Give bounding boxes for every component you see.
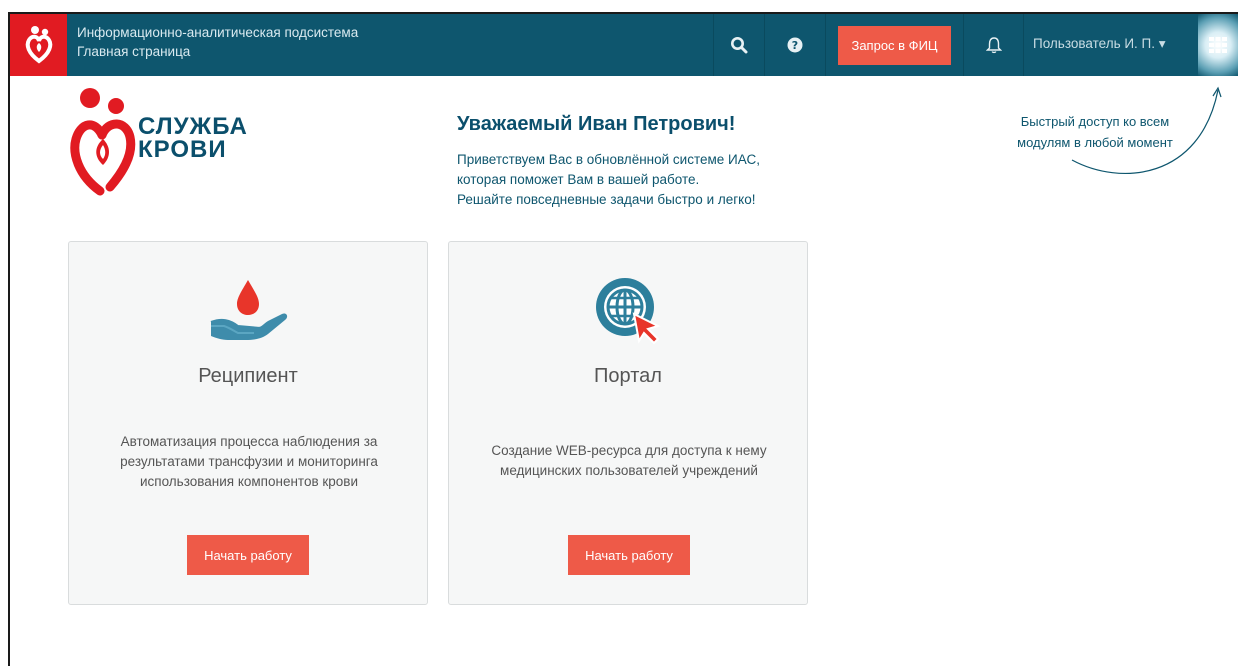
globe-cursor-icon xyxy=(596,278,661,345)
description-line: медицинских пользователей учреждений xyxy=(500,463,758,478)
module-title: Портал xyxy=(594,365,662,387)
user-menu[interactable]: Пользователь И. П. ▾ xyxy=(1033,36,1166,52)
start-work-button[interactable]: Начать работу xyxy=(568,535,690,575)
brand-line2: КРОВИ xyxy=(138,136,227,163)
brand-line1: СЛУЖБА xyxy=(138,113,248,140)
description-line: Создание WEB-ресурса для доступа к нему xyxy=(491,443,767,458)
brand-name: СЛУЖБА КРОВИ xyxy=(138,113,248,163)
module-card-portal: Портал Создание WEB-ресурса для доступа … xyxy=(448,241,808,605)
description-line: Автоматизация процесса наблюдения за xyxy=(120,434,378,449)
grid-menu-icon xyxy=(1209,37,1227,53)
search-button[interactable] xyxy=(714,14,764,76)
svg-text:?: ? xyxy=(792,39,798,52)
card-icon-wrap xyxy=(69,276,427,346)
help-button[interactable]: ? xyxy=(765,14,825,76)
blood-drop-hand-icon xyxy=(210,280,288,340)
page-title-block: Информационно-аналитическая подсистема Г… xyxy=(77,23,358,61)
welcome-text: Приветствуем Вас в обновлённой системе И… xyxy=(457,150,760,210)
page-title: Главная страница xyxy=(77,44,191,59)
module-description: Создание WEB-ресурса для доступа к нему … xyxy=(469,441,789,481)
divider xyxy=(825,14,826,76)
module-card-recipient: Реципиент Автоматизация процесса наблюде… xyxy=(68,241,428,605)
blood-service-logo-icon xyxy=(25,26,52,64)
bell-icon xyxy=(986,37,1002,54)
search-icon xyxy=(731,37,748,54)
description-line: результатами трансфузии и мониторинга xyxy=(120,454,378,469)
description-line: использования компонентов крови xyxy=(139,474,359,489)
module-description: Автоматизация процесса наблюдения за рез… xyxy=(89,432,409,492)
start-work-button[interactable]: Начать работу xyxy=(187,535,309,575)
app-logo[interactable] xyxy=(10,14,67,76)
divider xyxy=(1023,14,1024,76)
hint-arrow-icon xyxy=(1071,86,1222,175)
modules-menu-button[interactable] xyxy=(1198,14,1238,76)
card-icon-wrap xyxy=(449,276,807,346)
welcome-line: Решайте повседневные задачи быстро и лег… xyxy=(457,192,756,207)
greeting-heading: Уважаемый Иван Петрович! xyxy=(457,113,736,135)
top-bar: Информационно-аналитическая подсистема Г… xyxy=(10,14,1238,76)
welcome-line: Приветствуем Вас в обновлённой системе И… xyxy=(457,152,760,167)
brand-logo: СЛУЖБА КРОВИ xyxy=(70,87,270,197)
subsystem-title: Информационно-аналитическая подсистема xyxy=(77,25,359,40)
module-title: Реципиент xyxy=(198,365,298,387)
help-icon: ? xyxy=(787,37,803,53)
request-fic-button[interactable]: Запрос в ФИЦ xyxy=(838,26,951,65)
blood-service-emblem-icon xyxy=(70,88,136,196)
welcome-line: которая поможет Вам в вашей работе. xyxy=(457,172,700,187)
notifications-button[interactable] xyxy=(964,14,1024,76)
